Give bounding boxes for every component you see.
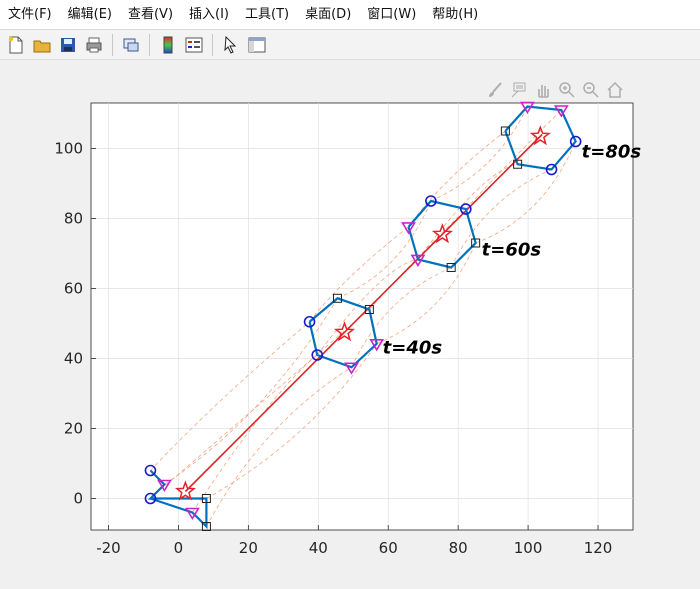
link-plot-icon[interactable] xyxy=(120,34,142,56)
figure-toolbar xyxy=(0,30,700,60)
brush-icon[interactable] xyxy=(485,80,505,100)
menu-file[interactable]: 文件(F) xyxy=(0,0,60,29)
open-file-icon[interactable] xyxy=(31,34,53,56)
menu-tools[interactable]: 工具(T) xyxy=(237,0,297,29)
home-icon[interactable] xyxy=(605,80,625,100)
zoom-out-icon[interactable] xyxy=(581,80,601,100)
menu-window[interactable]: 窗口(W) xyxy=(359,0,424,29)
zoom-in-icon[interactable] xyxy=(557,80,577,100)
insert-colorbar-icon[interactable] xyxy=(157,34,179,56)
pan-icon[interactable] xyxy=(533,80,553,100)
toolbar-separator xyxy=(212,33,213,56)
insert-legend-icon[interactable] xyxy=(183,34,205,56)
toolbar-separator xyxy=(112,33,113,56)
pointer-icon[interactable] xyxy=(220,34,242,56)
new-figure-icon[interactable] xyxy=(5,34,27,56)
menu-insert[interactable]: 插入(I) xyxy=(181,0,237,29)
menu-desktop[interactable]: 桌面(D) xyxy=(297,0,359,29)
property-editor-icon[interactable] xyxy=(246,34,268,56)
figure-canvas xyxy=(0,61,700,589)
menu-edit[interactable]: 编辑(E) xyxy=(60,0,120,29)
menu-bar: 文件(F) 编辑(E) 查看(V) 插入(I) 工具(T) 桌面(D) 窗口(W… xyxy=(0,0,700,30)
data-tips-icon[interactable] xyxy=(509,80,529,100)
menu-help[interactable]: 帮助(H) xyxy=(424,0,486,29)
toolbar-separator xyxy=(149,33,150,56)
print-icon[interactable] xyxy=(83,34,105,56)
save-icon[interactable] xyxy=(57,34,79,56)
axes-toolbar xyxy=(485,80,625,100)
menu-view[interactable]: 查看(V) xyxy=(120,0,181,29)
